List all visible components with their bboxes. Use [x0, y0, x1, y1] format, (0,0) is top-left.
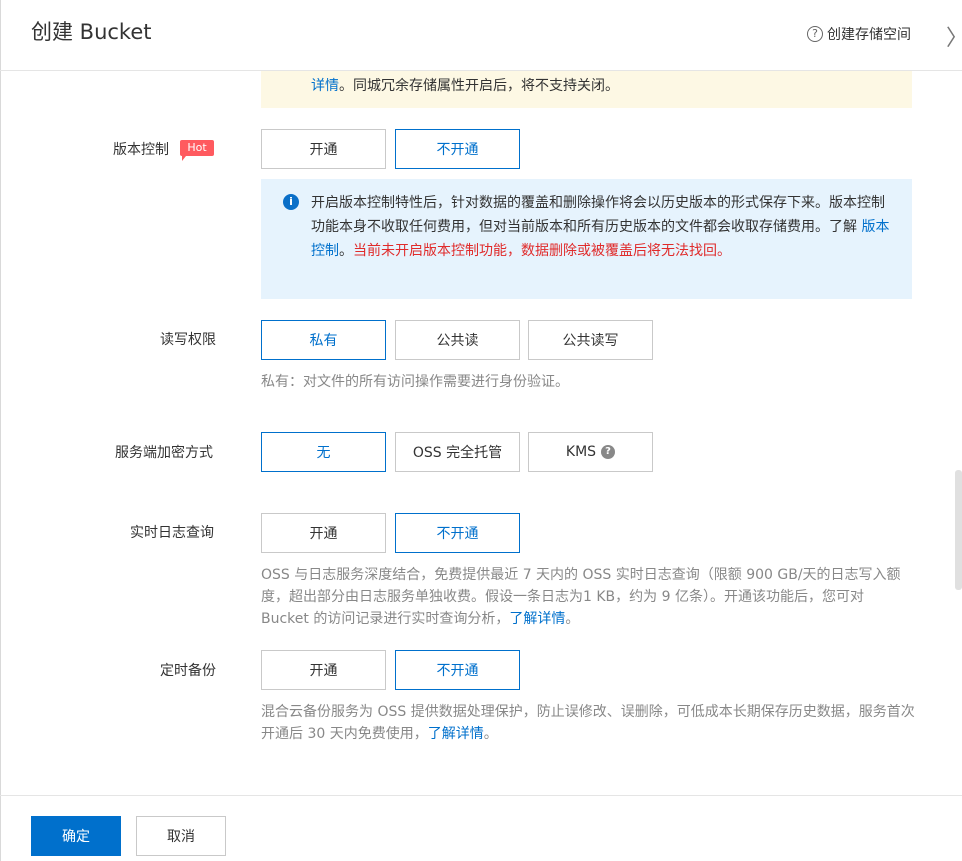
realtime-log-description: OSS 与日志服务深度结合，免费提供最近 7 天内的 OSS 实时日志查询（限额… [261, 564, 916, 630]
hot-badge: Hot [180, 140, 214, 161]
versioning-notice-period: 。 [339, 243, 353, 259]
realtime-log-disable-button[interactable]: 不开通 [395, 513, 520, 553]
kms-label: KMS [565, 444, 597, 460]
backup-label: 定时备份 [160, 663, 216, 679]
redundancy-details-link[interactable]: 详情 [311, 78, 339, 94]
panel-header: 创建 Bucket ? 创建存储空间 〉 [0, 0, 962, 71]
redundancy-notice: 详情。同城冗余存储属性开启后，将不支持关闭。 [261, 71, 912, 108]
versioning-warning-text: 当前未开启版本控制功能，数据删除或被覆盖后将无法找回。 [353, 243, 731, 259]
versioning-enable-button[interactable]: 开通 [261, 129, 386, 169]
info-icon: i [283, 194, 299, 210]
acl-description: 私有：对文件的所有访问操作需要进行身份验证。 [261, 374, 569, 390]
realtime-log-desc-tail: 。 [565, 611, 580, 627]
encryption-label: 服务端加密方式 [115, 445, 213, 461]
redundancy-notice-text: 。同城冗余存储属性开启后，将不支持关闭。 [339, 78, 619, 94]
cancel-button[interactable]: 取消 [136, 816, 226, 856]
versioning-notice-text: 开启版本控制特性后，针对数据的覆盖和删除操作将会以历史版本的形式保存下来。版本控… [311, 195, 885, 235]
versioning-notice: 开启版本控制特性后，针对数据的覆盖和删除操作将会以历史版本的形式保存下来。版本控… [261, 179, 912, 299]
confirm-button[interactable]: 确定 [31, 816, 121, 856]
versioning-disable-button[interactable]: 不开通 [395, 129, 520, 169]
acl-label: 读写权限 [160, 332, 216, 348]
footer-divider [0, 795, 962, 796]
question-circle-icon: ? [807, 26, 823, 42]
backup-learn-more-link[interactable]: 了解详情 [428, 726, 484, 742]
realtime-log-desc-text: OSS 与日志服务深度结合，免费提供最近 7 天内的 OSS 实时日志查询（限额… [261, 567, 901, 627]
backup-enable-button[interactable]: 开通 [261, 650, 386, 690]
realtime-log-enable-button[interactable]: 开通 [261, 513, 386, 553]
realtime-log-label: 实时日志查询 [130, 525, 214, 541]
help-link-label: 创建存储空间 [827, 27, 911, 43]
acl-private-button[interactable]: 私有 [261, 320, 386, 360]
encryption-none-button[interactable]: 无 [261, 432, 386, 472]
encryption-kms-button[interactable]: KMS? [528, 432, 653, 472]
encryption-oss-managed-button[interactable]: OSS 完全托管 [395, 432, 520, 472]
acl-public-read-write-button[interactable]: 公共读写 [528, 320, 653, 360]
backup-desc-tail: 。 [483, 726, 498, 742]
acl-public-read-button[interactable]: 公共读 [395, 320, 520, 360]
realtime-log-learn-more-link[interactable]: 了解详情 [509, 611, 565, 627]
question-circle-icon[interactable]: ? [601, 445, 616, 459]
chevron-right-icon[interactable]: 〉 [946, 20, 962, 52]
backup-desc-text: 混合云备份服务为 OSS 提供数据处理保护，防止误修改、误删除，可低成本长期保存… [261, 704, 915, 742]
backup-description: 混合云备份服务为 OSS 提供数据处理保护，防止误修改、误删除，可低成本长期保存… [261, 701, 916, 745]
page-title: 创建 Bucket [31, 20, 152, 44]
versioning-label: 版本控制 [113, 142, 169, 158]
backup-disable-button[interactable]: 不开通 [395, 650, 520, 690]
create-bucket-help-link[interactable]: ? 创建存储空间 [807, 24, 911, 44]
panel-left-border [0, 0, 1, 861]
scrollbar-thumb[interactable] [955, 470, 962, 590]
